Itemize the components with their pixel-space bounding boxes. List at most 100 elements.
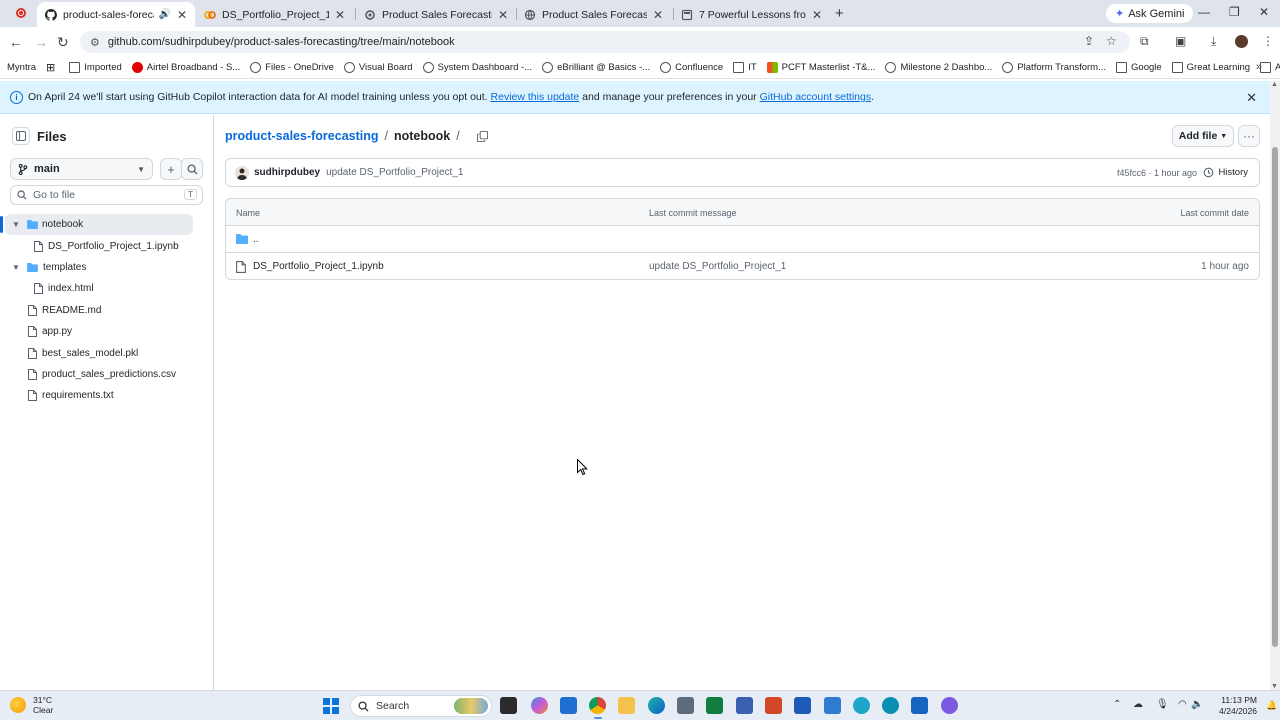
weather-widget[interactable]: 31°C Clear bbox=[10, 695, 53, 715]
tab-close-icon[interactable]: ✕ bbox=[812, 8, 822, 22]
branch-selector[interactable]: main ▼ bbox=[10, 158, 153, 180]
store-icon[interactable] bbox=[560, 697, 577, 714]
collapse-sidebar-button[interactable] bbox=[12, 127, 30, 145]
edge-icon[interactable] bbox=[648, 697, 665, 714]
calculator-icon[interactable] bbox=[736, 697, 753, 714]
banner-close-icon[interactable]: ✕ bbox=[1246, 90, 1257, 106]
file-name-link[interactable]: .. bbox=[253, 234, 259, 245]
bookmark-item[interactable]: Great Learning bbox=[1171, 62, 1250, 73]
tree-item-templates[interactable]: ▼ templates bbox=[0, 257, 214, 278]
tray-overflow-icon[interactable]: ⌃ bbox=[1113, 699, 1121, 710]
omnibox[interactable]: ⚙ github.com/sudhirpdubey/product-sales-… bbox=[80, 31, 1130, 53]
snipping-tool-icon[interactable] bbox=[765, 697, 782, 714]
table-row[interactable]: DS_Portfolio_Project_1.ipynb update DS_P… bbox=[226, 253, 1259, 279]
bookmark-item[interactable]: IT bbox=[733, 62, 757, 73]
more-options-button[interactable]: ··· bbox=[1238, 125, 1260, 147]
bookmark-item[interactable]: System Dashboard -... bbox=[422, 62, 532, 73]
taskbar-search-box[interactable]: Search bbox=[350, 695, 492, 717]
bookmark-item[interactable]: Airtel Broadband - S... bbox=[131, 62, 240, 73]
tab-close-icon[interactable]: ✕ bbox=[335, 8, 345, 22]
window-close-icon[interactable]: ✕ bbox=[1259, 5, 1269, 19]
tree-item-app-py[interactable]: app.py bbox=[0, 321, 214, 342]
table-row-parent-dir[interactable]: .. bbox=[226, 226, 1259, 253]
add-file-dropdown[interactable]: Add file ▼ bbox=[1172, 125, 1234, 147]
scrollbar-thumb[interactable] bbox=[1272, 147, 1278, 647]
microphone-icon[interactable]: 🎙 bbox=[1156, 699, 1169, 710]
excel-icon[interactable] bbox=[706, 697, 723, 714]
tree-item-best-sales-model[interactable]: best_sales_model.pkl bbox=[0, 342, 214, 363]
chrome-icon[interactable] bbox=[589, 697, 606, 719]
system-clock[interactable]: 11:13 PM 4/24/2026 bbox=[1207, 695, 1257, 717]
app-icon[interactable] bbox=[882, 697, 899, 714]
bookmarks-overflow-icon[interactable]: » bbox=[1256, 61, 1262, 73]
teams-icon[interactable] bbox=[853, 697, 870, 714]
bookmark-item[interactable]: Visual Board bbox=[343, 62, 413, 73]
forward-arrow-icon[interactable]: → bbox=[34, 34, 48, 50]
bookmark-item[interactable]: Platform Transform... bbox=[1002, 62, 1106, 73]
cloud-icon[interactable]: ☁ bbox=[1133, 699, 1143, 710]
task-view-icon[interactable] bbox=[500, 697, 517, 714]
commit-meta[interactable]: f45fcc6 · 1 hour ago bbox=[1117, 168, 1197, 178]
tab-search-icon[interactable]: ▣ bbox=[1175, 34, 1186, 48]
bookmark-item[interactable]: Google bbox=[1116, 62, 1162, 73]
bookmark-item[interactable]: Files - OneDrive bbox=[250, 62, 334, 73]
bookmark-item[interactable]: Confluence bbox=[660, 62, 723, 73]
tab-close-icon[interactable]: ✕ bbox=[177, 8, 187, 22]
tab-product-sales-forecasting-repo[interactable]: product-sales-forecasting/n 🔊 ✕ bbox=[37, 2, 195, 27]
tab-ds-portfolio-annotated[interactable]: DS_Portfolio_Project_1_Annotat ✕ bbox=[196, 2, 353, 27]
bookmark-star-icon[interactable]: ☆ bbox=[1106, 34, 1117, 48]
go-to-file-input[interactable]: Go to file T bbox=[10, 185, 203, 205]
tab-sales-forecasting-app[interactable]: Product Sales Forecasting ✕ bbox=[516, 2, 671, 27]
page-scrollbar[interactable]: ▲ ▼ bbox=[1270, 81, 1280, 690]
chevron-down-icon[interactable]: ▼ bbox=[12, 263, 20, 272]
back-arrow-icon[interactable]: ← bbox=[9, 34, 23, 50]
scroll-up-icon[interactable]: ▲ bbox=[1271, 81, 1278, 88]
profile-avatar[interactable] bbox=[1235, 35, 1248, 48]
search-files-button[interactable] bbox=[181, 158, 203, 180]
minimize-icon[interactable]: — bbox=[1198, 5, 1210, 19]
notifications-bell-icon[interactable]: 🔔 bbox=[1266, 700, 1277, 711]
file-name-link[interactable]: DS_Portfolio_Project_1.ipynb bbox=[253, 261, 384, 272]
history-button[interactable]: History bbox=[1203, 167, 1248, 178]
review-update-link[interactable]: Review this update bbox=[491, 91, 580, 103]
reload-icon[interactable]: ↻ bbox=[57, 34, 69, 51]
tab-close-icon[interactable]: ✕ bbox=[653, 8, 663, 22]
account-settings-link[interactable]: GitHub account settings bbox=[760, 91, 871, 103]
outlook-icon[interactable] bbox=[911, 697, 928, 714]
breadcrumb-repo-link[interactable]: product-sales-forecasting bbox=[225, 129, 379, 143]
site-info-icon[interactable]: ⚙ bbox=[90, 36, 100, 49]
tree-item-index-html[interactable]: index.html bbox=[0, 278, 214, 299]
bookmark-item[interactable]: AI bbox=[1260, 62, 1280, 73]
install-app-icon[interactable]: ⇪ bbox=[1084, 34, 1094, 48]
windows-start-icon[interactable] bbox=[323, 698, 339, 714]
url-text[interactable]: github.com/sudhirpdubey/product-sales-fo… bbox=[108, 36, 455, 48]
bookmark-item[interactable]: Milestone 2 Dashbo... bbox=[885, 62, 992, 73]
app-icon[interactable] bbox=[941, 697, 958, 714]
speaker-icon[interactable]: 🔊 bbox=[158, 9, 170, 20]
ask-gemini-button[interactable]: ✦ Ask Gemini bbox=[1106, 4, 1194, 23]
avatar[interactable] bbox=[235, 165, 249, 180]
tree-item-readme[interactable]: README.md bbox=[0, 300, 214, 321]
copilot-icon[interactable] bbox=[531, 697, 548, 714]
bookmark-apps[interactable]: ⊞ bbox=[46, 61, 59, 74]
tree-item-ds-portfolio-notebook[interactable]: DS_Portfolio_Project_1.ipynb bbox=[0, 235, 214, 256]
tree-item-requirements[interactable]: requirements.txt bbox=[0, 385, 214, 406]
wifi-icon[interactable]: ◠ bbox=[1178, 699, 1187, 710]
commit-message-link[interactable]: update DS_Portfolio_Project_1 bbox=[649, 261, 786, 272]
chevron-down-icon[interactable]: ▼ bbox=[12, 220, 20, 229]
scroll-down-icon[interactable]: ▼ bbox=[1271, 683, 1278, 690]
browser-menu-icon[interactable]: ⋮ bbox=[1262, 34, 1274, 48]
commit-author[interactable]: sudhirpdubey bbox=[254, 167, 320, 178]
word-icon[interactable] bbox=[794, 697, 811, 714]
tree-item-predictions-csv[interactable]: product_sales_predictions.csv bbox=[0, 364, 214, 385]
restore-icon[interactable]: ❐ bbox=[1229, 5, 1240, 19]
bookmark-item[interactable]: eBrilliant @ Basics -... bbox=[542, 62, 650, 73]
tab-close-icon[interactable]: ✕ bbox=[498, 8, 508, 22]
tab-lessons-article[interactable]: 7 Powerful Lessons from a Prod ✕ bbox=[673, 2, 830, 27]
bookmark-item[interactable]: Imported bbox=[69, 62, 122, 73]
bookmark-item[interactable]: PCFT Masterlist -T&... bbox=[766, 62, 875, 73]
new-tab-plus-icon[interactable]: + bbox=[835, 5, 844, 22]
commit-message[interactable]: update DS_Portfolio_Project_1 bbox=[326, 167, 463, 178]
camera-icon[interactable] bbox=[677, 697, 694, 714]
add-file-button[interactable]: + bbox=[160, 158, 182, 180]
